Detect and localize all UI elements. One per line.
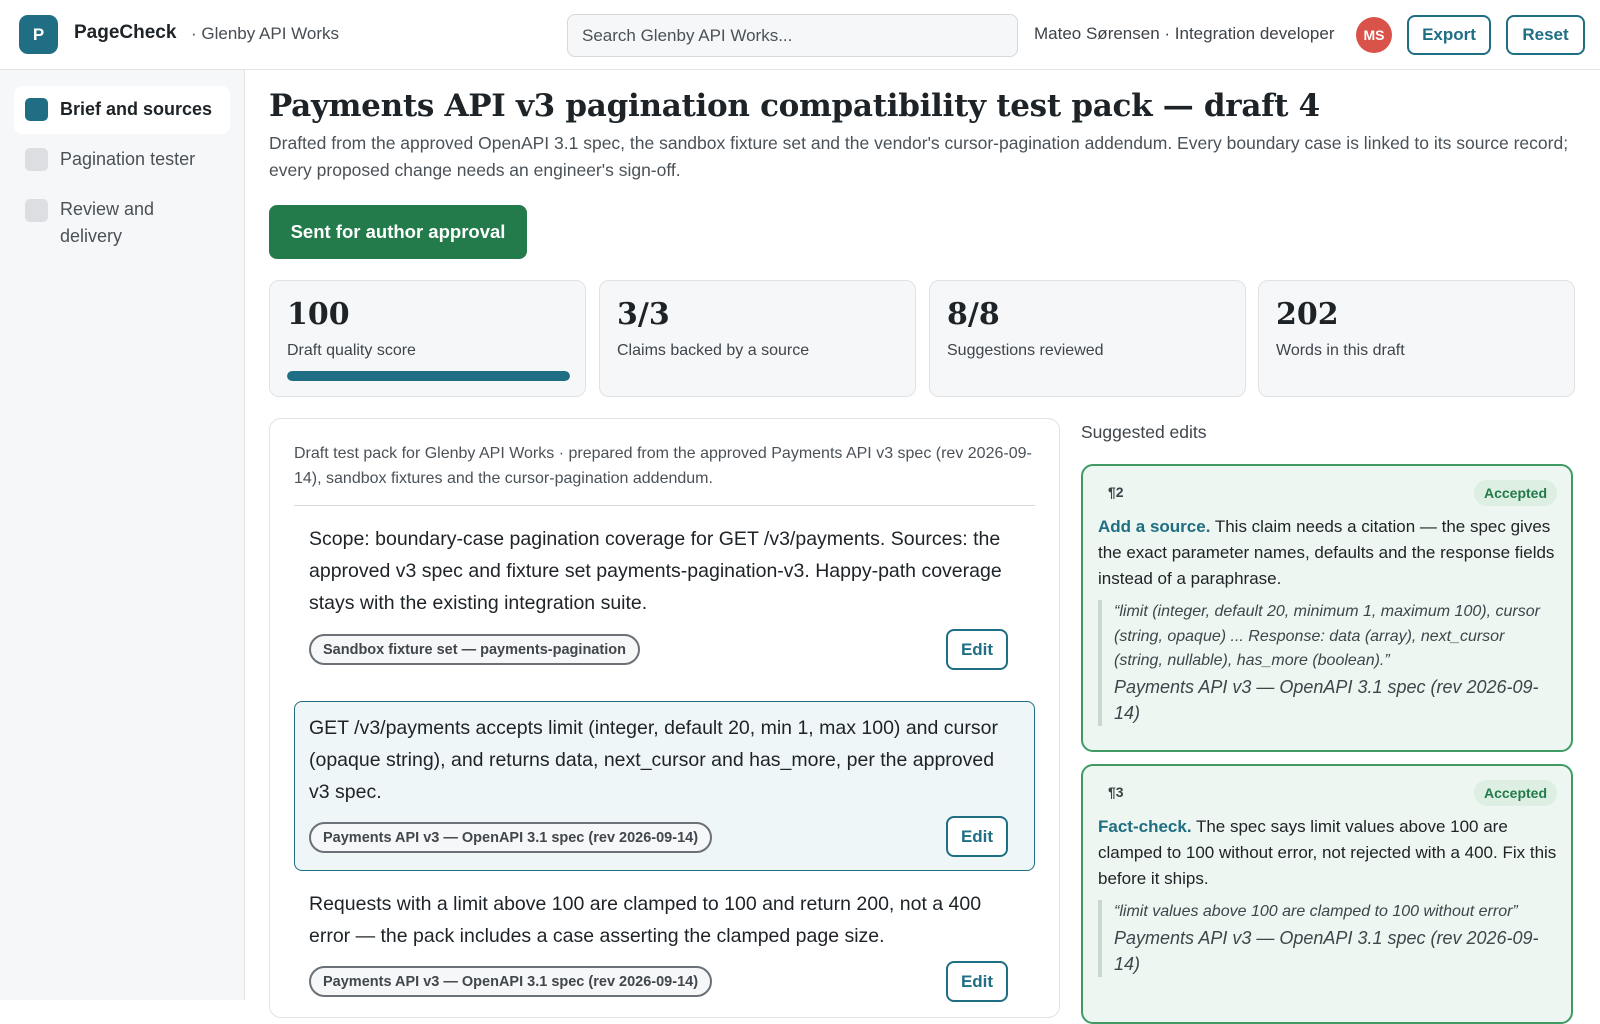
- suggestion-card[interactable]: ¶3 Accepted Fact-check. The spec says li…: [1081, 764, 1573, 1024]
- paragraph-ref: ¶3: [1108, 784, 1124, 800]
- sidebar-item-label: Review and delivery: [60, 199, 155, 246]
- step-status-icon: [25, 199, 48, 222]
- quote-source: Payments API v3 — OpenAPI 3.1 spec (rev …: [1114, 676, 1539, 723]
- paragraph-ref: ¶2: [1108, 484, 1124, 500]
- step-status-icon: [25, 148, 48, 171]
- status-badge: Accepted: [1473, 480, 1557, 506]
- status-button[interactable]: Sent for author approval: [269, 205, 527, 259]
- avatar[interactable]: MS: [1356, 17, 1392, 53]
- edit-button[interactable]: Edit: [946, 961, 1008, 1002]
- source-quote: “limit (integer, default 20, minimum 1, …: [1098, 600, 1553, 726]
- draft-paragraph-selected[interactable]: GET /v3/payments accepts limit (integer,…: [294, 701, 1035, 871]
- sidebar-item-pagination-tester[interactable]: Pagination tester: [14, 136, 230, 184]
- sidebar: Brief and sources Pagination tester Revi…: [0, 70, 245, 1000]
- sidebar-item-label: Pagination tester: [60, 149, 196, 169]
- app-name: PageCheck: [74, 22, 177, 43]
- org-name: · Glenby API Works: [191, 24, 340, 43]
- suggestions-title: Suggested edits: [1081, 422, 1207, 442]
- quote-text: “limit values above 100 are clamped to 1…: [1114, 903, 1518, 920]
- stat-value: 3/3: [617, 297, 670, 332]
- source-quote: “limit values above 100 are clamped to 1…: [1098, 900, 1553, 977]
- suggestion-card[interactable]: ¶2 Accepted Add a source. This claim nee…: [1081, 464, 1573, 752]
- suggestion-body: Add a source. This claim needs a citatio…: [1098, 514, 1560, 592]
- source-chip[interactable]: Payments API v3 — OpenAPI 3.1 spec (rev …: [309, 966, 713, 997]
- stat-label: Draft quality score: [287, 342, 416, 359]
- suggestion-body: Fact-check. The spec says limit values a…: [1098, 814, 1560, 892]
- stat-value: 100: [287, 297, 350, 332]
- quote-source: Payments API v3 — OpenAPI 3.1 spec (rev …: [1114, 927, 1539, 974]
- app-logo[interactable]: P: [19, 15, 58, 54]
- stat-label: Claims backed by a source: [617, 342, 810, 359]
- stat-label: Words in this draft: [1276, 342, 1405, 359]
- quality-progress-bar: [287, 371, 570, 381]
- stat-card-suggestions: 8/8 Suggestions reviewed: [929, 280, 1246, 397]
- reset-button[interactable]: Reset: [1506, 15, 1585, 55]
- draft-paragraph[interactable]: Scope: boundary-case pagination coverage…: [294, 512, 1035, 680]
- stat-card-quality: 100 Draft quality score: [269, 280, 586, 397]
- search-input[interactable]: [567, 14, 1018, 57]
- status-badge: Accepted: [1473, 780, 1557, 806]
- page-description: Drafted from the approved OpenAPI 3.1 sp…: [269, 133, 1569, 180]
- progress-fill: [287, 371, 570, 381]
- stat-value: 202: [1276, 297, 1339, 332]
- quote-text: “limit (integer, default 20, minimum 1, …: [1114, 603, 1540, 669]
- edit-button[interactable]: Edit: [946, 629, 1008, 670]
- sidebar-item-brief[interactable]: Brief and sources: [14, 86, 230, 134]
- stat-card-claims: 3/3 Claims backed by a source: [599, 280, 916, 397]
- suggestion-action[interactable]: Fact-check.: [1098, 817, 1192, 836]
- sidebar-item-label: Brief and sources: [60, 99, 213, 119]
- edit-button[interactable]: Edit: [946, 816, 1008, 857]
- paragraph-text: Scope: boundary-case pagination coverage…: [309, 528, 1002, 614]
- top-bar: P PageCheck · Glenby API Works Mateo Sør…: [0, 0, 1600, 70]
- stat-value: 8/8: [947, 297, 1000, 332]
- draft-paragraph[interactable]: Requests with a limit above 100 are clam…: [294, 877, 1035, 1017]
- stat-card-words: 202 Words in this draft: [1258, 280, 1575, 397]
- paragraph-text: GET /v3/payments accepts limit (integer,…: [309, 717, 998, 803]
- suggestion-action[interactable]: Add a source.: [1098, 517, 1210, 536]
- paragraph-text: Requests with a limit above 100 are clam…: [309, 893, 982, 947]
- user-name: Mateo Sørensen · Integration developer: [1034, 24, 1335, 43]
- step-status-icon: [25, 98, 48, 121]
- source-chip[interactable]: Sandbox fixture set — payments-paginatio…: [309, 634, 640, 665]
- source-chip[interactable]: Payments API v3 — OpenAPI 3.1 spec (rev …: [309, 822, 713, 853]
- stat-label: Suggestions reviewed: [947, 342, 1104, 359]
- draft-panel: Draft test pack for Glenby API Works · p…: [269, 418, 1060, 1018]
- sidebar-item-review[interactable]: Review and delivery: [14, 186, 230, 262]
- page-title: Payments API v3 pagination compatibility…: [269, 88, 1320, 124]
- export-button[interactable]: Export: [1407, 15, 1491, 55]
- draft-header: Draft test pack for Glenby API Works · p…: [294, 441, 1035, 506]
